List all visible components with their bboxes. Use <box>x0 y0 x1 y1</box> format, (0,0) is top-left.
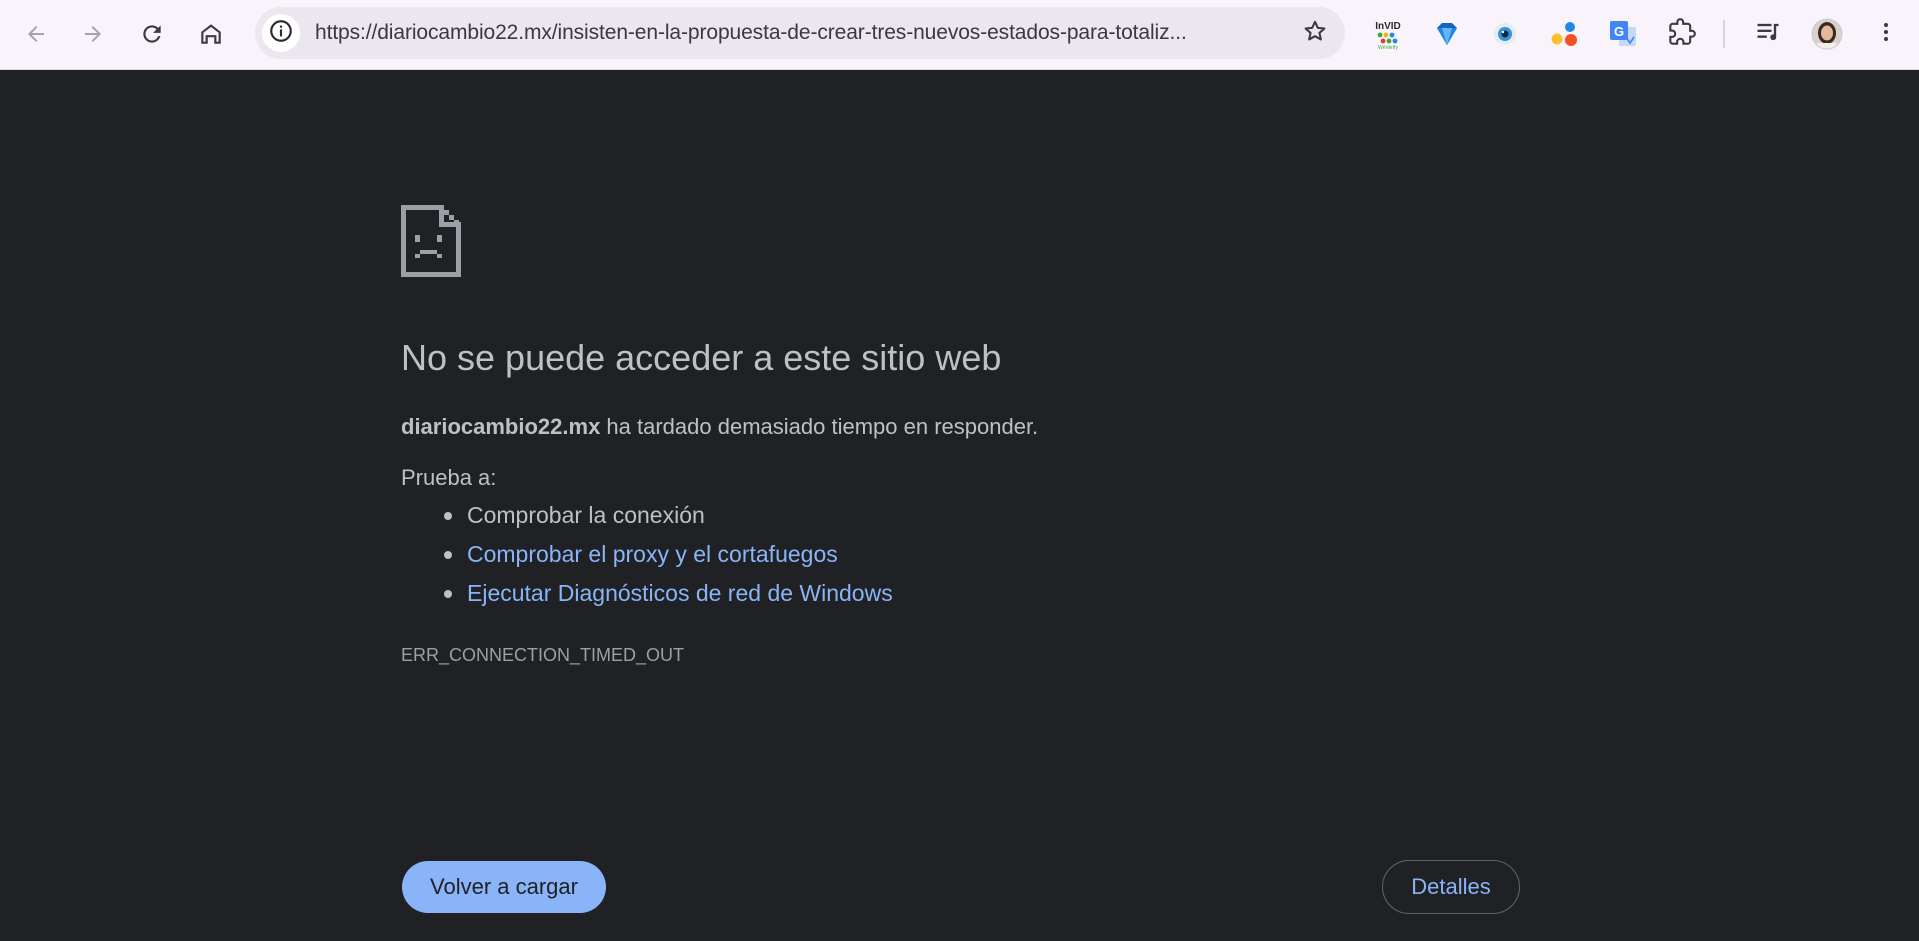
diamond-extension-icon[interactable] <box>1427 14 1467 54</box>
invid-label: InVID <box>1375 21 1401 32</box>
url-text[interactable]: https://diariocambio22.mx/insisten-en-la… <box>315 7 1281 59</box>
sad-document-icon <box>401 205 461 282</box>
invid-sublabel: WeVerify <box>1378 45 1398 51</box>
site-info-button[interactable] <box>262 14 300 52</box>
home-button[interactable] <box>191 14 231 54</box>
kebab-menu-icon <box>1874 20 1898 49</box>
dots-extension-icon[interactable] <box>1544 14 1584 54</box>
suggestion-check-proxy-link[interactable]: Comprobar el proxy y el cortafuegos <box>467 541 838 567</box>
error-description: diariocambio22.mx ha tardado demasiado t… <box>401 414 1038 440</box>
back-arrow-icon <box>24 22 48 46</box>
suggestion-check-connection: Comprobar la conexión <box>467 502 705 528</box>
extensions-button[interactable] <box>1662 14 1702 54</box>
back-button[interactable] <box>16 14 56 54</box>
forward-arrow-icon <box>81 22 105 46</box>
error-title: No se puede acceder a este sitio web <box>401 337 1002 378</box>
avatar[interactable] <box>1807 14 1847 54</box>
list-item: Comprobar el proxy y el cortafuegos <box>401 539 893 578</box>
home-icon <box>198 21 224 47</box>
toolbar-divider <box>1723 20 1725 48</box>
invid-extension-icon[interactable]: InVID WeVerify <box>1368 14 1408 54</box>
bookmark-button[interactable] <box>1299 17 1331 49</box>
star-icon <box>1302 18 1328 49</box>
media-control-button[interactable] <box>1748 14 1788 54</box>
address-bar[interactable]: https://diariocambio22.mx/insisten-en-la… <box>255 7 1345 59</box>
error-code: ERR_CONNECTION_TIMED_OUT <box>401 645 685 665</box>
puzzle-icon <box>1668 17 1696 51</box>
eye-extension-icon[interactable] <box>1485 14 1525 54</box>
browser-toolbar: https://diariocambio22.mx/insisten-en-la… <box>0 0 1919 70</box>
info-icon <box>268 18 294 49</box>
list-item: Ejecutar Diagnósticos de red de Windows <box>401 578 893 617</box>
suggestions-list: Comprobar la conexión Comprobar el proxy… <box>401 500 893 617</box>
reload-page-button[interactable]: Volver a cargar <box>402 861 606 913</box>
error-message: ha tardado demasiado tiempo en responder… <box>600 414 1039 439</box>
google-translate-icon[interactable]: G <box>1603 14 1643 54</box>
forward-button[interactable] <box>73 14 113 54</box>
reload-icon <box>139 21 165 47</box>
list-item: Comprobar la conexión <box>401 500 893 539</box>
reload-button[interactable] <box>132 14 172 54</box>
details-button[interactable]: Detalles <box>1382 860 1520 914</box>
suggestions-heading: Prueba a: <box>401 465 497 490</box>
browser-menu-button[interactable] <box>1866 14 1906 54</box>
media-control-icon <box>1754 18 1782 51</box>
error-page <box>0 70 1919 941</box>
translate-g-label: G <box>1614 24 1624 39</box>
error-host: diariocambio22.mx <box>401 414 601 439</box>
suggestion-run-diagnostics-link[interactable]: Ejecutar Diagnósticos de red de Windows <box>467 580 893 606</box>
